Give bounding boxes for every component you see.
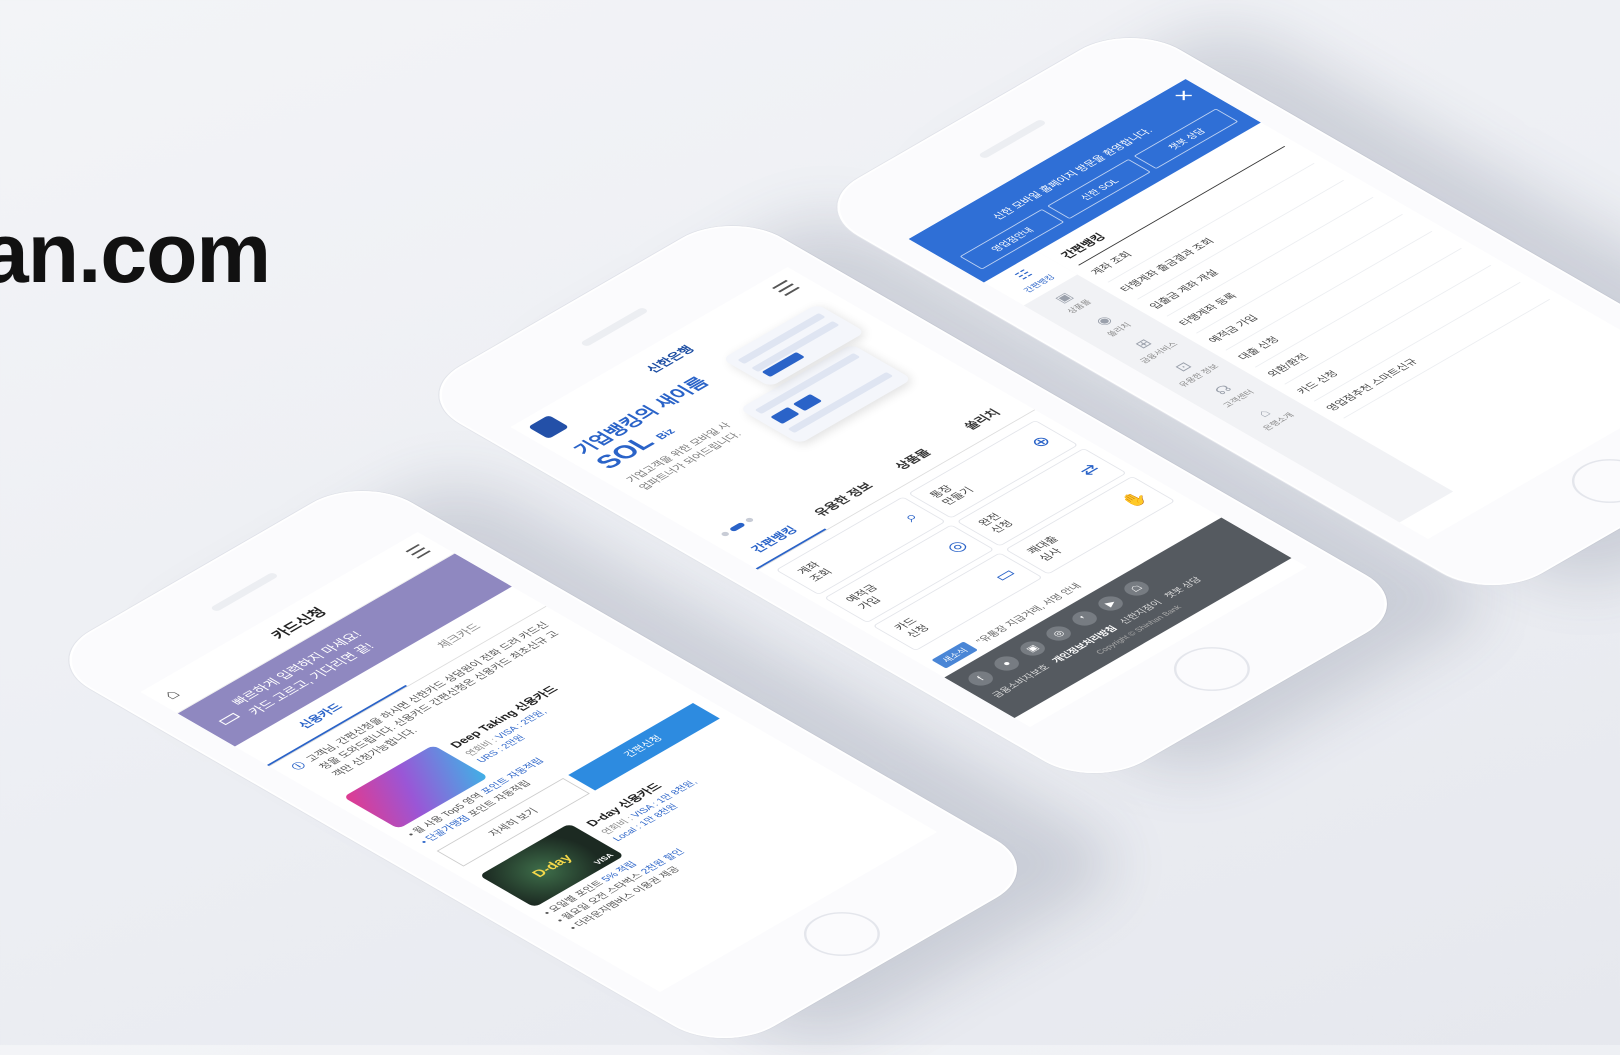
youtube-icon[interactable]: ▶ <box>1093 593 1128 614</box>
domain-heading: an.com <box>0 206 271 300</box>
add-document-icon: ⊕ <box>1025 433 1057 451</box>
post-icon[interactable]: ❜ <box>1067 608 1102 629</box>
card-icon: ▭ <box>207 706 248 730</box>
home-button[interactable] <box>788 903 896 965</box>
hand-money-icon: ✋ <box>1116 489 1154 511</box>
facebook-icon[interactable]: f <box>963 668 999 689</box>
kakao-icon[interactable]: ● <box>989 653 1024 674</box>
pc-icon[interactable]: ☖ <box>1119 578 1154 599</box>
blog-icon[interactable]: ▣ <box>1015 638 1050 659</box>
search-document-icon: ⌕ <box>897 509 924 525</box>
earpiece <box>977 119 1048 159</box>
earpiece <box>579 307 650 347</box>
bank-icon: ⌂ <box>1252 406 1274 419</box>
exchange-icon: ⇄ <box>1074 461 1105 479</box>
earpiece <box>209 572 280 612</box>
home-button[interactable] <box>1158 638 1266 700</box>
card-icon: ▭ <box>988 565 1021 585</box>
instagram-icon[interactable]: ◎ <box>1041 623 1076 644</box>
coins-icon: ◎ <box>941 537 973 556</box>
